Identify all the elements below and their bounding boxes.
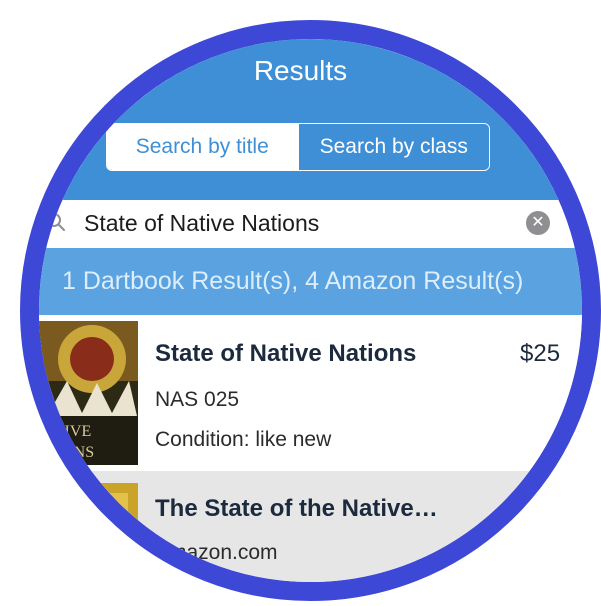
result-title: The State of the Native… — [155, 495, 438, 522]
clear-search-icon[interactable]: ✕ — [526, 211, 550, 235]
results-count-banner: 1 Dartbook Result(s), 4 Amazon Result(s) — [39, 248, 582, 315]
search-bar[interactable]: State of Native Nations ✕ — [39, 200, 582, 248]
navigation-bar: Results Search by title Search by class — [39, 39, 582, 200]
result-row[interactable]: ATIVE TIONS State of Native Nations $25 … — [39, 315, 582, 471]
book-cover-image: ATIVE TIONS — [39, 321, 138, 465]
page-title: Results — [253, 55, 348, 86]
result-course: NAS 025 — [155, 388, 240, 411]
result-title: State of Native Nations — [155, 340, 417, 367]
cover-text-line-2: TIONS — [47, 444, 94, 461]
result-condition: Condition: like new — [155, 428, 332, 451]
search-by-title-tab[interactable]: Search by title — [107, 124, 298, 170]
result-source: Amazon.com — [155, 541, 278, 564]
circular-frame: Results Search by title Search by class … — [20, 20, 601, 601]
search-mode-segmented-control: Search by title Search by class — [106, 123, 490, 171]
book-cover-image — [78, 483, 138, 573]
search-icon — [47, 213, 65, 231]
results-count-text: 1 Dartbook Result(s), 4 Amazon Result(s) — [62, 267, 524, 295]
cover-text-line-1: ATIVE — [45, 423, 91, 440]
result-price: $25 — [520, 340, 561, 367]
search-input[interactable]: State of Native Nations — [84, 210, 319, 237]
result-row[interactable]: The State of the Native… Amazon.com — [39, 471, 582, 582]
search-by-class-tab[interactable]: Search by class — [297, 124, 489, 170]
